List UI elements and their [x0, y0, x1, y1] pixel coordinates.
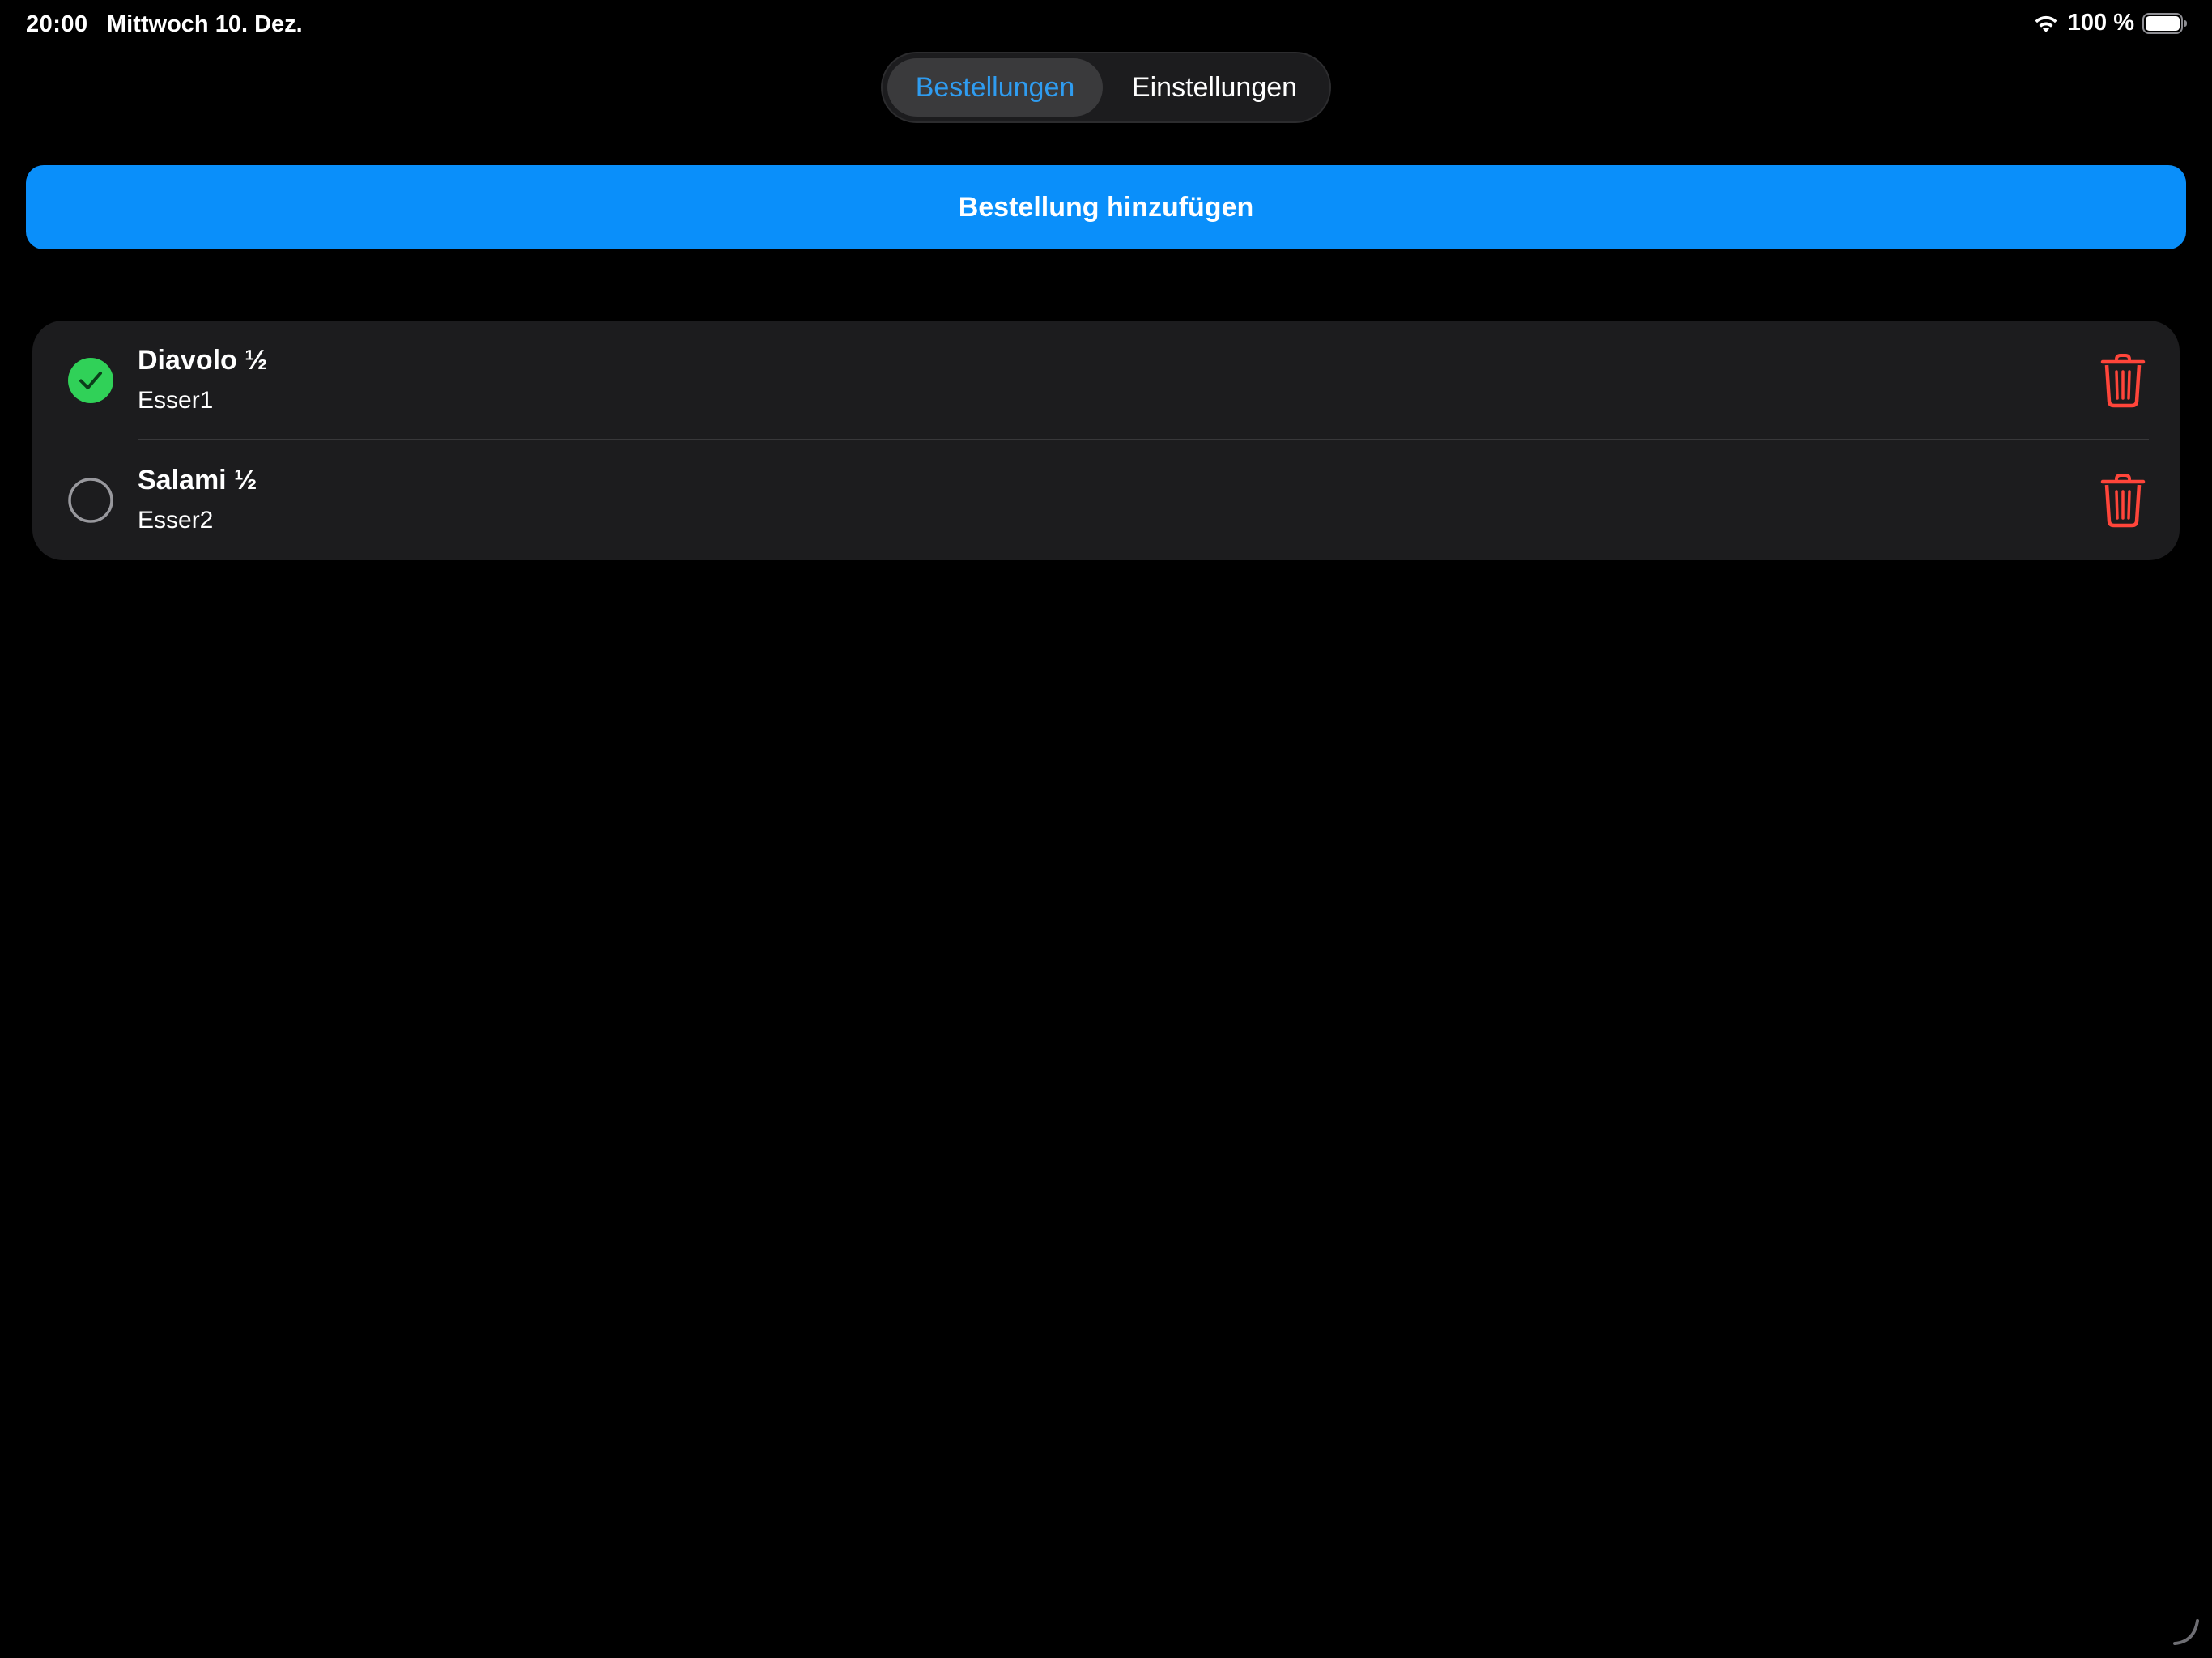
wifi-icon: [2035, 15, 2057, 32]
orders-list: Diavolo ½ Esser1 Salami ½ Esser2: [32, 321, 2180, 560]
order-name: Salami ½: [138, 465, 257, 495]
list-item: Salami ½ Esser2: [32, 440, 2180, 560]
checkmark-circle-icon[interactable]: [68, 358, 113, 403]
empty-circle-icon[interactable]: [68, 478, 113, 523]
tab-bestellungen[interactable]: Bestellungen: [887, 58, 1103, 117]
order-person: Esser1: [138, 387, 214, 414]
status-right: 100 %: [2032, 10, 2188, 36]
order-name: Diavolo ½: [138, 345, 268, 376]
battery-icon: [2142, 12, 2187, 34]
trash-icon[interactable]: [2099, 473, 2147, 528]
tab-einstellungen[interactable]: Einstellungen: [1103, 58, 1326, 117]
battery-percent: 100 %: [2067, 10, 2134, 36]
status-bar: 20:00 Mittwoch 10. Dez. 100 %: [0, 0, 2212, 52]
add-order-button[interactable]: Bestellung hinzufügen: [26, 165, 2186, 249]
order-person: Esser2: [138, 507, 214, 534]
segmented-control: Bestellungen Einstellungen: [881, 52, 1331, 123]
status-date: Mittwoch 10. Dez.: [107, 11, 303, 37]
resize-corner-icon[interactable]: [2170, 1616, 2202, 1648]
status-time: 20:00: [26, 11, 88, 37]
trash-icon[interactable]: [2099, 353, 2147, 408]
list-item: Diavolo ½ Esser1: [32, 321, 2180, 440]
